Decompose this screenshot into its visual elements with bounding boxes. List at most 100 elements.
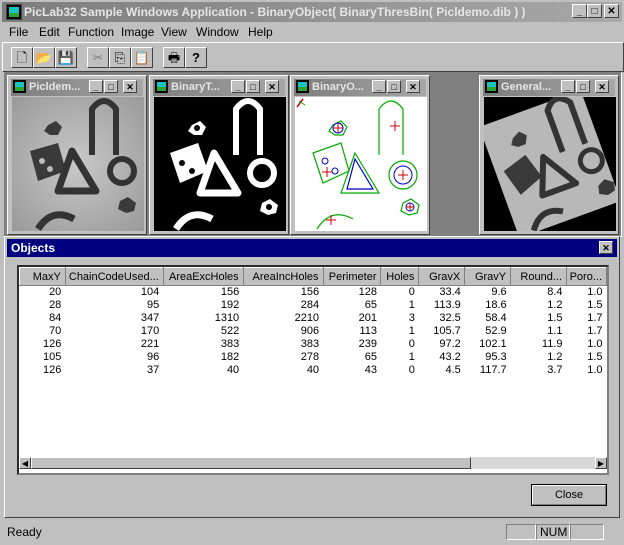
child-title-bar[interactable]: BinaryT... _ □ ✕	[153, 79, 285, 96]
table-cell: 104	[140, 286, 160, 298]
minimize-button[interactable]: _	[372, 80, 386, 93]
horizontal-scrollbar[interactable]: ◀ ▶	[19, 457, 607, 469]
image-icon[interactable]	[155, 80, 168, 93]
table-cell: 284	[300, 299, 320, 311]
column-header[interactable]: GravX	[418, 267, 466, 286]
column-header[interactable]: AreaExcHoles	[162, 267, 244, 286]
table-cell: 128	[358, 286, 377, 298]
table-cell: 1310	[214, 312, 240, 324]
new-file-icon[interactable]: 🗋	[11, 47, 33, 68]
table-cell: 65	[364, 299, 377, 311]
table-row[interactable]: 126 221 383 383 239 0 97.2 102.1 11.9 1.0	[20, 338, 607, 351]
table-cell: 33.4	[439, 286, 461, 298]
table-cell: 37	[147, 364, 160, 376]
maximize-button[interactable]: □	[246, 80, 260, 93]
column-header[interactable]: Poro...	[565, 267, 607, 286]
image-icon[interactable]	[485, 80, 498, 93]
maximize-button[interactable]: □	[576, 80, 590, 93]
image-icon[interactable]	[13, 80, 26, 93]
maximize-button[interactable]: □	[104, 80, 118, 93]
image-icon[interactable]	[296, 80, 309, 93]
table-cell: 4.5	[445, 364, 461, 376]
objects-window[interactable]: Objects ✕ MaxY ChainCodeUsed... AreaExcHol…	[4, 236, 620, 518]
table-cell: 278	[300, 351, 320, 363]
table-row[interactable]: 105 96 182 278 65 1 43.2 95.3 1.2 1.5	[20, 351, 607, 364]
close-button[interactable]: ✕	[123, 80, 137, 93]
column-header[interactable]: ChainCodeUsed...	[64, 267, 164, 286]
table-cell: 32.5	[439, 312, 461, 324]
column-header[interactable]: Holes	[380, 267, 420, 286]
child-window-binary-objects[interactable]: BinaryO... _ □ ✕	[290, 75, 430, 235]
child-window-original[interactable]: Picldem... _ □ ✕	[7, 75, 147, 235]
table-row[interactable]: 126 37 40 40 43 0 4.5 117.7 3.7 1.0	[20, 364, 607, 377]
close-icon[interactable]: ✕	[599, 241, 613, 254]
close-button[interactable]: ✕	[604, 4, 619, 18]
menu-image[interactable]: Image	[121, 25, 154, 39]
table-cell: 102.1	[479, 338, 507, 350]
menu-view[interactable]: View	[161, 25, 187, 39]
scissors-icon[interactable]: ✂	[87, 47, 109, 68]
column-header[interactable]: Round...	[510, 267, 567, 286]
table-cell: 1.0	[587, 338, 603, 350]
help-icon[interactable]: ?	[185, 47, 207, 68]
table-cell: 95.3	[485, 351, 507, 363]
menu-edit[interactable]: Edit	[39, 25, 60, 39]
objects-list[interactable]: MaxY ChainCodeUsed... AreaExcHoles AreaIncH…	[17, 265, 609, 475]
printer-icon[interactable]: 🖶	[163, 47, 185, 68]
scroll-left-arrow-icon[interactable]: ◀	[19, 457, 31, 469]
maximize-button[interactable]: □	[587, 4, 602, 18]
objects-title-bar[interactable]: Objects ✕	[7, 239, 617, 257]
table-cell: 43	[364, 364, 377, 376]
menu-window[interactable]: Window	[196, 25, 239, 39]
binary-image	[154, 97, 286, 231]
child-window-binary-threshold[interactable]: BinaryT... _ □ ✕	[149, 75, 289, 235]
table-cell: 347	[140, 312, 160, 324]
paste-icon[interactable]: 📋	[131, 47, 153, 68]
table-cell: 1.5	[587, 351, 603, 363]
scroll-right-arrow-icon[interactable]: ▶	[595, 457, 607, 469]
save-disk-icon[interactable]: 💾	[55, 47, 77, 68]
table-row[interactable]: 20 104 156 156 128 0 33.4 9.6 8.4 1.0	[20, 286, 607, 300]
minimize-button[interactable]: _	[561, 80, 575, 93]
table-row[interactable]: 84 347 1310 2210 201 3 32.5 58.4 1.5 1.7	[20, 312, 607, 325]
column-header[interactable]: MaxY	[19, 267, 66, 286]
status-panel-empty	[506, 524, 536, 540]
child-window-general[interactable]: General... _ □ ✕	[479, 75, 619, 235]
table-cell: 11.9	[541, 338, 563, 350]
menu-file[interactable]: File	[9, 25, 28, 39]
menu-function[interactable]: Function	[68, 25, 114, 39]
column-header[interactable]: Perimeter	[322, 267, 382, 286]
app-icon[interactable]	[6, 4, 22, 20]
table-row[interactable]: 28 95 192 284 65 1 113.9 18.6 1.2 1.5	[20, 299, 607, 312]
objects-image	[295, 97, 427, 231]
objects-title: Objects	[11, 241, 56, 255]
close-button[interactable]: ✕	[595, 80, 609, 93]
child-title-bar[interactable]: BinaryO... _ □ ✕	[294, 79, 426, 96]
table-row[interactable]: 70 170 522 906 113 1 105.7 52.9 1.1 1.7	[20, 325, 607, 338]
column-header[interactable]: AreaIncHoles	[242, 267, 324, 286]
scrollbar-thumb[interactable]	[31, 457, 471, 469]
child-title-bar[interactable]: General... _ □ ✕	[483, 79, 615, 96]
table-cell: 1.1	[547, 325, 563, 337]
table-cell: 182	[220, 351, 240, 363]
maximize-button[interactable]: □	[387, 80, 401, 93]
table-cell: 192	[220, 299, 240, 311]
close-dialog-button[interactable]: Close	[531, 484, 607, 506]
child-title-bar[interactable]: Picldem... _ □ ✕	[11, 79, 143, 96]
column-header[interactable]: GravY	[464, 267, 512, 286]
child-title: BinaryO...	[312, 81, 364, 93]
minimize-button[interactable]: _	[231, 80, 245, 93]
table-cell: 113.9	[434, 299, 461, 311]
minimize-button[interactable]: _	[572, 4, 587, 18]
close-button[interactable]: ✕	[406, 80, 420, 93]
table-cell: 156	[300, 286, 320, 298]
copy-icon[interactable]: ⎘	[109, 47, 131, 68]
close-button[interactable]: ✕	[265, 80, 279, 93]
table-cell: 126	[42, 338, 62, 350]
minimize-button[interactable]: _	[89, 80, 103, 93]
menu-help[interactable]: Help	[248, 25, 273, 39]
table-cell: 40	[226, 364, 240, 376]
original-image	[12, 97, 144, 231]
open-folder-icon[interactable]: 📂	[33, 47, 55, 68]
table-cell: 126	[42, 364, 62, 376]
